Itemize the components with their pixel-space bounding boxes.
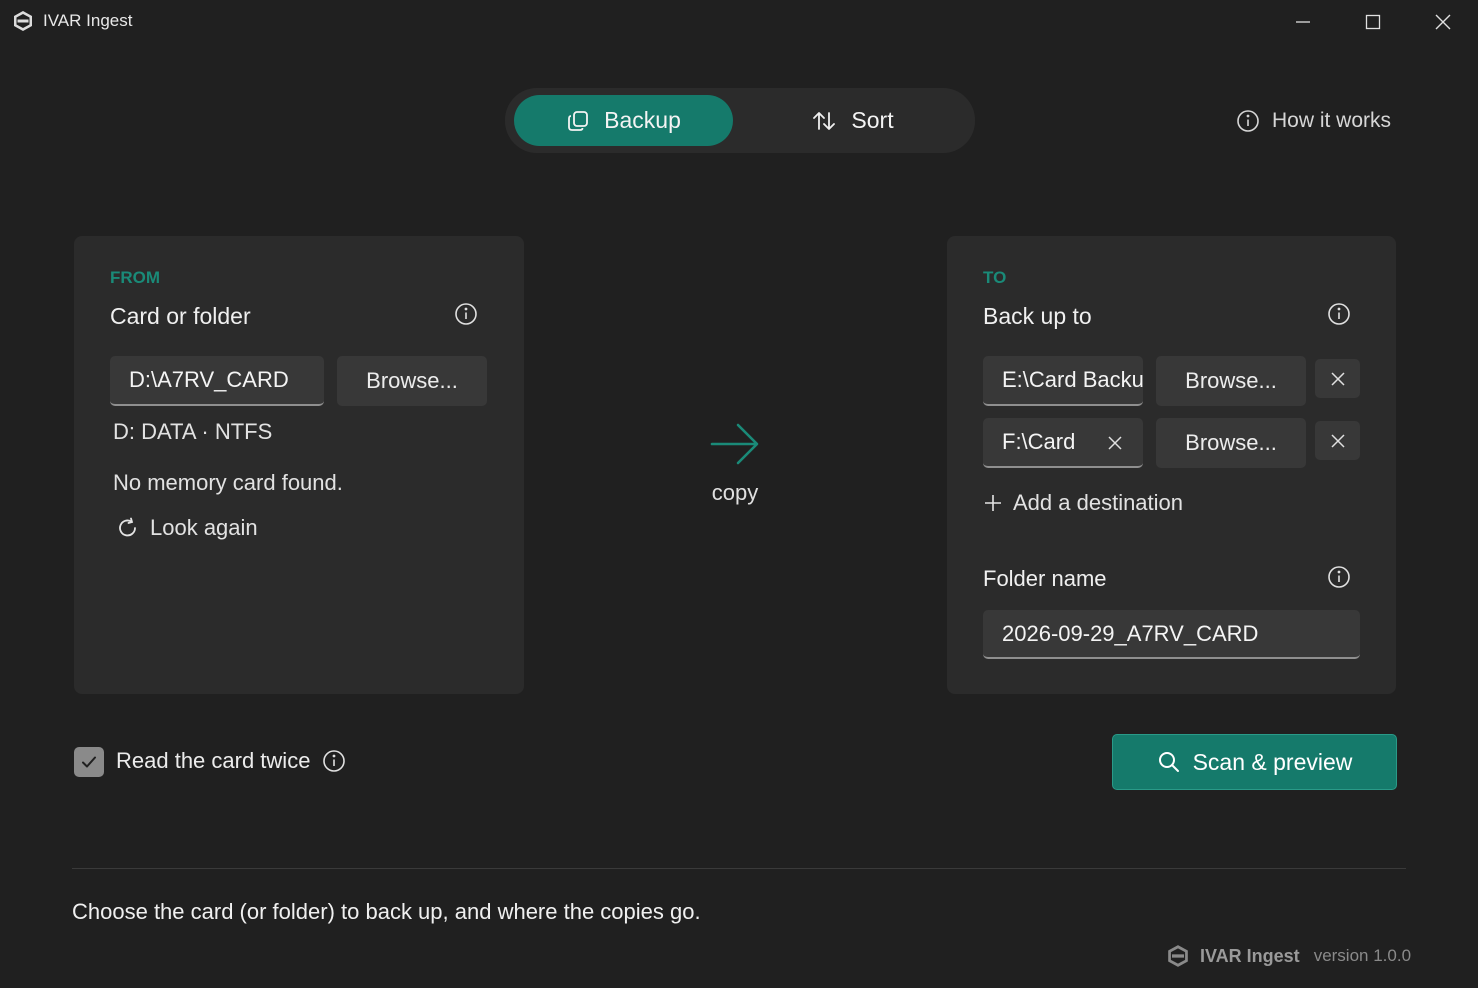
footer-logo-icon bbox=[1166, 944, 1190, 968]
read-twice-label[interactable]: Read the card twice bbox=[116, 748, 310, 774]
add-destination-label: Add a destination bbox=[1013, 490, 1184, 515]
folder-name-field[interactable]: 2026-09-29_A7RV_CARD bbox=[983, 610, 1360, 659]
plus-icon bbox=[983, 493, 1003, 513]
destination-field-1[interactable]: E:\Card Backups bbox=[983, 356, 1143, 406]
sort-arrows-icon bbox=[811, 109, 837, 133]
tab-sort[interactable]: Sort bbox=[740, 95, 965, 146]
close-icon bbox=[1434, 13, 1452, 31]
destination-value-2: F:\Card bbox=[1002, 429, 1076, 454]
scan-preview-label: Scan & preview bbox=[1192, 748, 1353, 775]
from-info-icon[interactable] bbox=[454, 302, 478, 326]
title-bar: IVAR Ingest bbox=[0, 0, 1478, 44]
destination-browse-button-1[interactable]: Browse... bbox=[1156, 356, 1306, 406]
minimize-icon bbox=[1295, 14, 1311, 30]
destination-browse-button-2[interactable]: Browse... bbox=[1156, 418, 1306, 468]
status-text: Choose the card (or folder) to back up, … bbox=[72, 899, 701, 924]
maximize-button[interactable] bbox=[1338, 0, 1408, 44]
read-twice-info-icon[interactable] bbox=[322, 749, 346, 773]
maximize-icon bbox=[1365, 14, 1381, 30]
add-destination-button[interactable]: Add a destination bbox=[983, 490, 1183, 516]
close-icon bbox=[1330, 433, 1346, 449]
arrow-right-icon bbox=[708, 420, 762, 468]
destination-value-1: E:\Card Backups bbox=[1002, 367, 1143, 392]
search-icon bbox=[1157, 750, 1181, 774]
folder-name-info-icon[interactable] bbox=[1327, 565, 1351, 589]
how-it-works-link[interactable]: How it works bbox=[1236, 106, 1391, 136]
folder-name-label: Folder name bbox=[983, 566, 1107, 591]
copy-label: copy bbox=[711, 480, 759, 505]
copy-icon bbox=[566, 109, 590, 133]
footer-version: version 1.0.0 bbox=[1313, 946, 1412, 965]
from-eyebrow: FROM bbox=[110, 268, 161, 287]
footer: IVAR Ingest version 1.0.0 bbox=[1166, 941, 1411, 971]
minimize-button[interactable] bbox=[1268, 0, 1338, 44]
clear-field-button[interactable] bbox=[1104, 432, 1126, 454]
tab-backup[interactable]: Backup bbox=[514, 95, 733, 146]
close-icon bbox=[1330, 371, 1346, 387]
close-button[interactable] bbox=[1408, 0, 1478, 44]
tab-sort-label: Sort bbox=[851, 107, 894, 133]
look-again-button[interactable]: Look again bbox=[116, 515, 258, 541]
checkmark-icon bbox=[80, 753, 98, 771]
how-it-works-label: How it works bbox=[1272, 109, 1392, 132]
card-status: No memory card found. bbox=[113, 470, 343, 495]
to-eyebrow: TO bbox=[983, 268, 1007, 287]
source-path-field[interactable]: D:\A7RV_CARD bbox=[110, 356, 324, 406]
tab-backup-label: Backup bbox=[604, 107, 681, 133]
to-title: Back up to bbox=[983, 303, 1092, 329]
window-title: IVAR Ingest bbox=[43, 11, 133, 30]
clear-icon bbox=[1107, 435, 1123, 451]
source-browse-button[interactable]: Browse... bbox=[337, 356, 487, 406]
remove-destination-button-1[interactable] bbox=[1315, 359, 1360, 398]
remove-destination-button-2[interactable] bbox=[1315, 421, 1360, 460]
refresh-icon bbox=[116, 516, 140, 540]
look-again-label: Look again bbox=[150, 515, 258, 540]
footer-app-name: IVAR Ingest bbox=[1200, 945, 1300, 966]
drive-info: D: DATA · NTFS bbox=[113, 419, 273, 444]
info-icon bbox=[1236, 109, 1260, 133]
to-info-icon[interactable] bbox=[1327, 302, 1351, 326]
from-title: Card or folder bbox=[110, 303, 251, 329]
scan-preview-button[interactable]: Scan & preview bbox=[1112, 734, 1397, 790]
divider bbox=[72, 868, 1406, 869]
read-twice-checkbox[interactable] bbox=[74, 747, 104, 777]
app-logo-icon bbox=[12, 10, 34, 32]
